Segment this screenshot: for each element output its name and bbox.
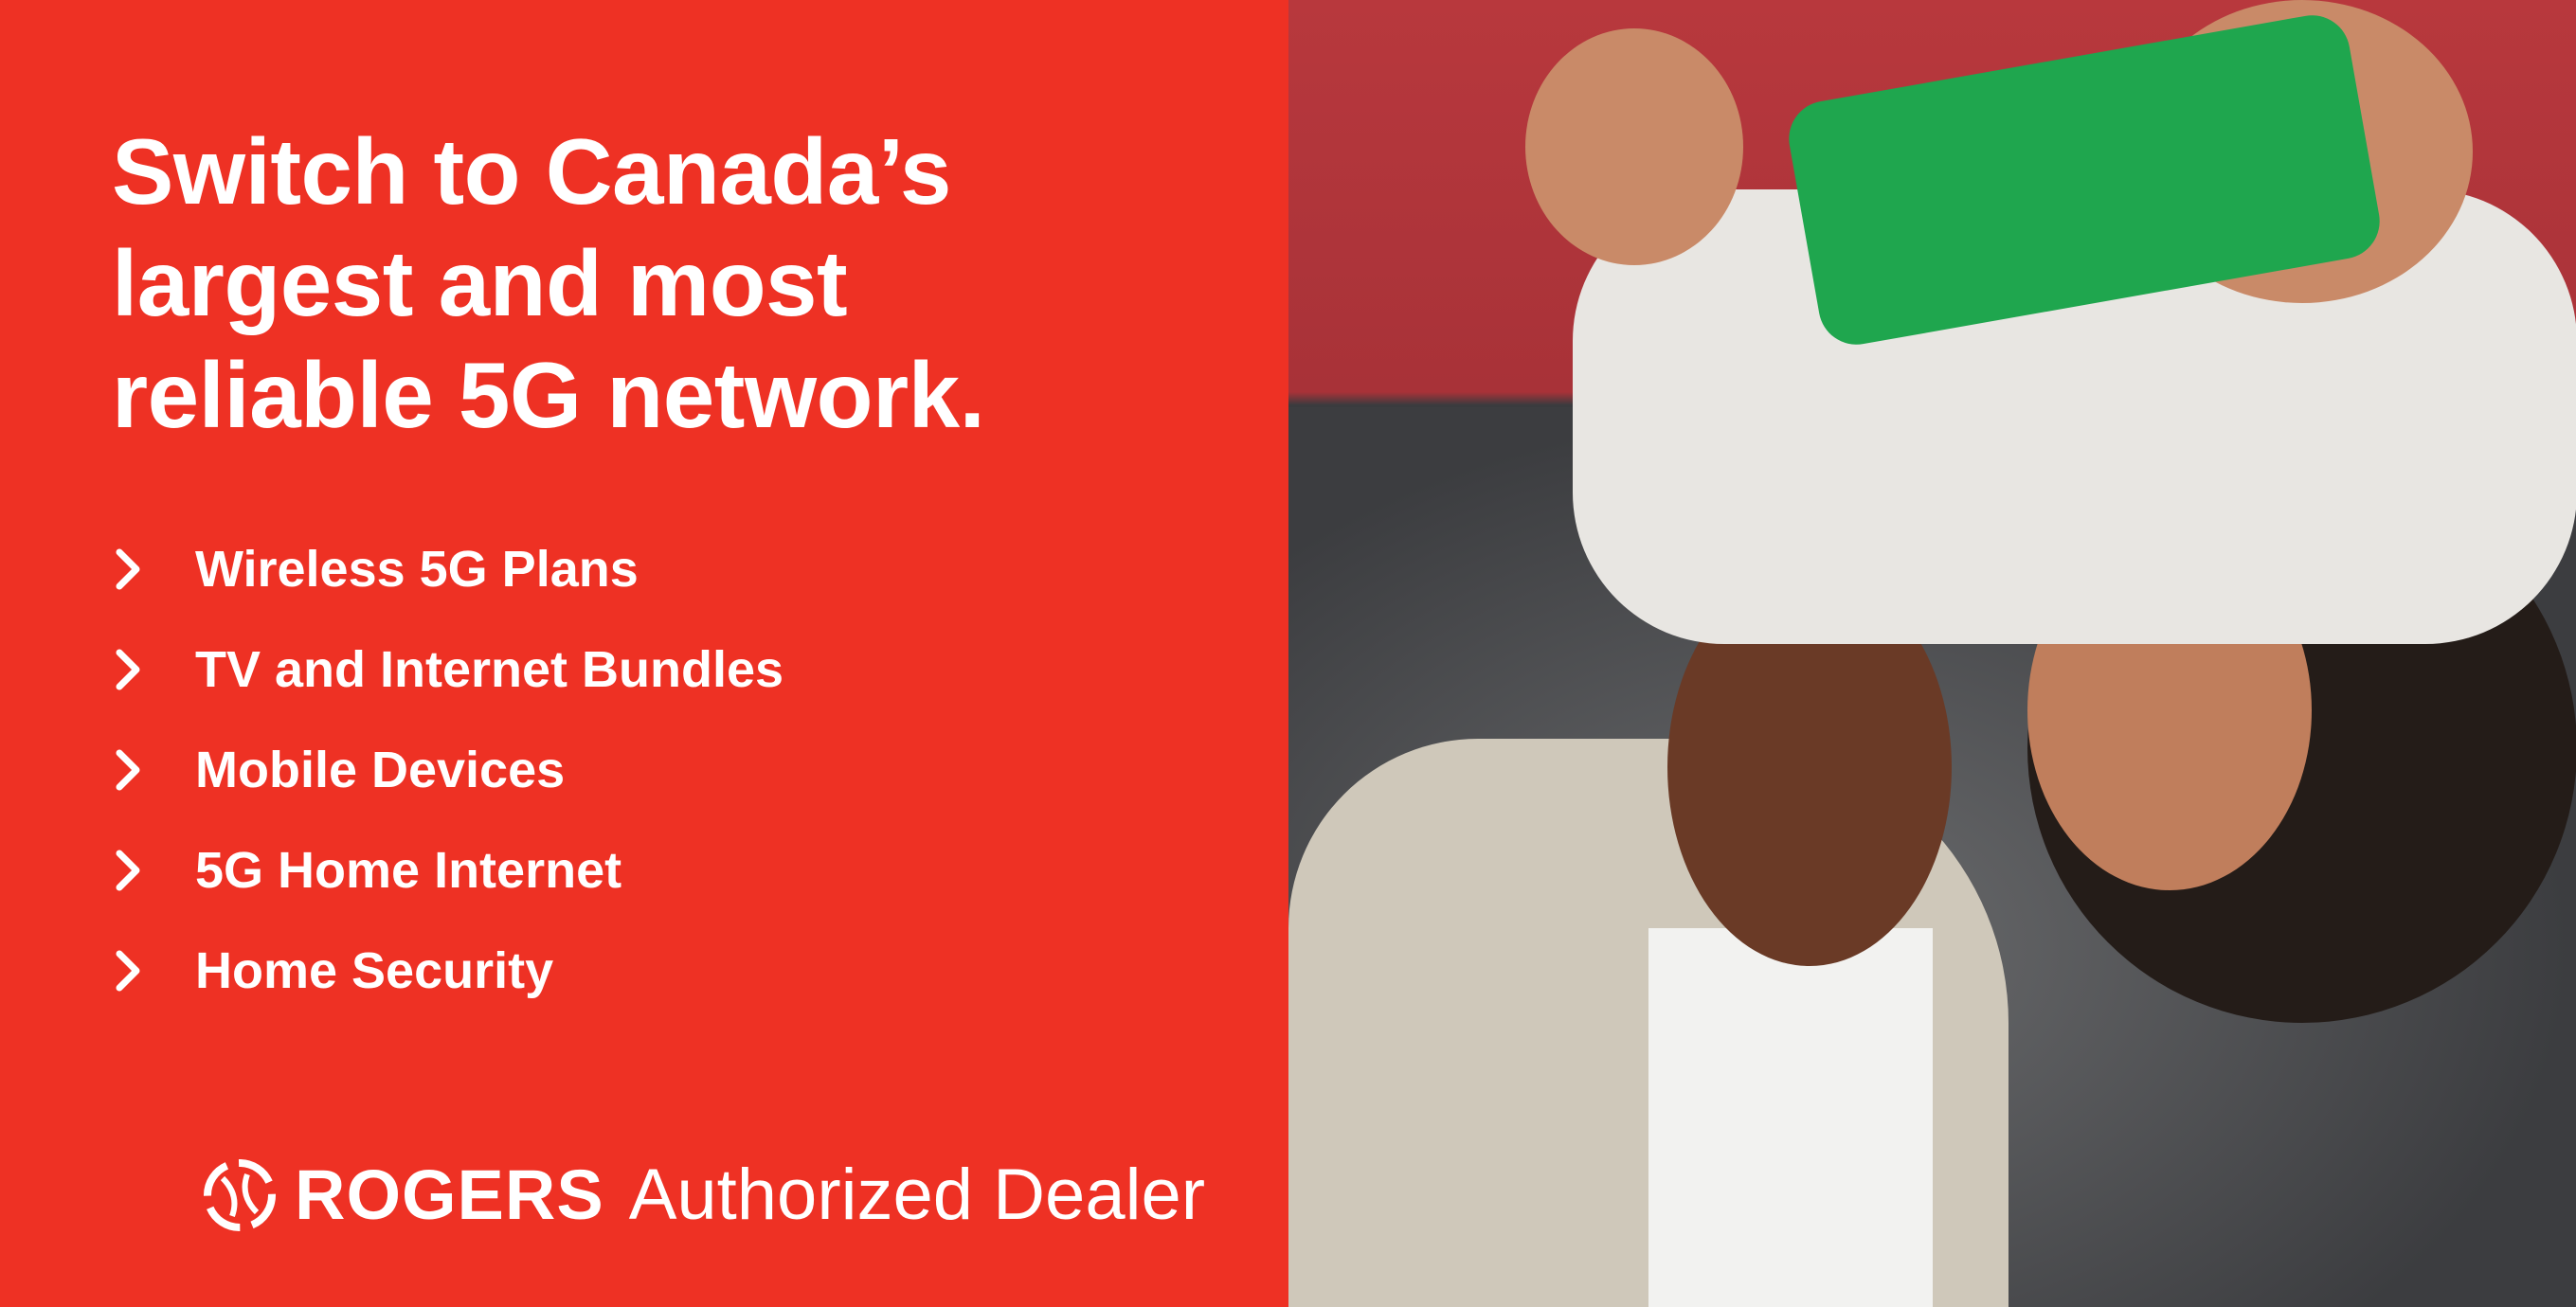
service-item: 5G Home Internet (104, 820, 784, 921)
brand-name: ROGERS (295, 1155, 604, 1234)
headline: Switch to Canada’s largest and most reli… (112, 116, 1249, 451)
rogers-authorized-dealer-logo: ROGERS Authorized Dealer (204, 1154, 1205, 1236)
headline-line: largest and most (112, 231, 848, 335)
chevron-right-icon (116, 649, 140, 690)
chevron-right-icon (116, 950, 140, 992)
hero-photo-couple-selfie (1288, 0, 2576, 1307)
chevron-right-icon (116, 548, 140, 590)
service-item: Wireless 5G Plans (104, 519, 784, 619)
service-label: Mobile Devices (195, 742, 566, 798)
service-label: 5G Home Internet (195, 842, 622, 899)
service-label: TV and Internet Bundles (195, 641, 784, 698)
rogers-swirl-logo-icon (204, 1158, 276, 1231)
service-item: Mobile Devices (104, 720, 784, 820)
chevron-right-icon (116, 749, 140, 791)
service-item: Home Security (104, 921, 784, 1021)
service-label: Wireless 5G Plans (195, 541, 639, 598)
dealer-tagline: Authorized Dealer (628, 1155, 1206, 1235)
headline-line: reliable 5G network. (112, 343, 985, 447)
service-label: Home Security (195, 942, 554, 999)
headline-line: Switch to Canada’s (112, 119, 951, 224)
service-item: TV and Internet Bundles (104, 619, 784, 720)
services-list: Wireless 5G Plans TV and Internet Bundle… (104, 519, 784, 1021)
chevron-right-icon (116, 850, 140, 891)
promo-panel: Switch to Canada’s largest and most reli… (0, 0, 1288, 1307)
